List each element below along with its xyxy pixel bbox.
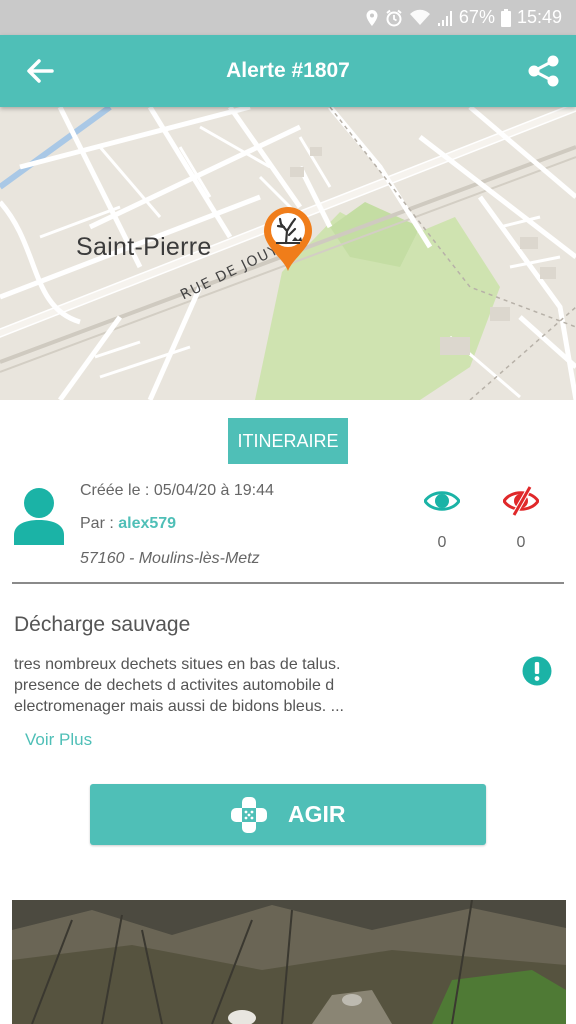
act-button-label: AGIR (288, 801, 346, 827)
exclamation-icon[interactable] (522, 656, 552, 686)
author-name-link[interactable]: alex579 (118, 515, 176, 532)
battery-percent: 67% (458, 7, 495, 27)
bandage-icon (231, 797, 267, 833)
clock: 15:49 (516, 7, 562, 27)
alert-category-title: Décharge sauvage (14, 613, 191, 636)
eye-slash-icon[interactable] (503, 485, 539, 517)
dead-tree-pin-icon (264, 207, 312, 271)
alert-map-marker[interactable] (262, 207, 314, 273)
alert-location: 57160 - Moulins-lès-Metz (80, 550, 260, 567)
wifi-icon (409, 9, 430, 25)
user-avatar-icon (14, 488, 64, 545)
description-line: tres nombreux dechets situes en bas de t… (14, 656, 341, 673)
created-date: Créée le : 05/04/20 à 19:44 (80, 482, 274, 499)
seen-count: 0 (437, 534, 447, 551)
author-prefix: Par : (80, 515, 119, 532)
act-button[interactable]: AGIR (90, 784, 486, 845)
divider (12, 582, 564, 584)
map-view[interactable]: Saint-Pierre RUE DE JOUY (0, 107, 576, 400)
location-icon (366, 9, 378, 26)
app-bar: Alerte #1807 (0, 35, 576, 107)
share-button[interactable] (524, 51, 564, 91)
author-line: Par : alex579 (80, 515, 176, 533)
description-line: presence de dechets d activites automobi… (14, 677, 335, 694)
alarm-icon (386, 9, 402, 26)
status-icons: 67% 15:49 (365, 0, 562, 35)
alert-description: tres nombreux dechets situes en bas de t… (14, 654, 384, 717)
signal-icon (437, 10, 452, 26)
eye-icon[interactable] (424, 488, 460, 514)
description-line: electromenager mais aussi de bidons bleu… (14, 698, 344, 715)
see-more-link[interactable]: Voir Plus (25, 730, 92, 750)
not-seen-count: 0 (516, 534, 526, 551)
battery-icon (500, 8, 511, 27)
map-city-label: Saint-Pierre (76, 233, 212, 261)
page-title: Alerte #1807 (226, 59, 350, 82)
share-icon (528, 55, 559, 87)
status-bar: 67% 15:49 (0, 0, 576, 35)
itinerary-button[interactable]: ITINERAIRE (228, 418, 348, 464)
alert-photo[interactable] (12, 900, 566, 1024)
